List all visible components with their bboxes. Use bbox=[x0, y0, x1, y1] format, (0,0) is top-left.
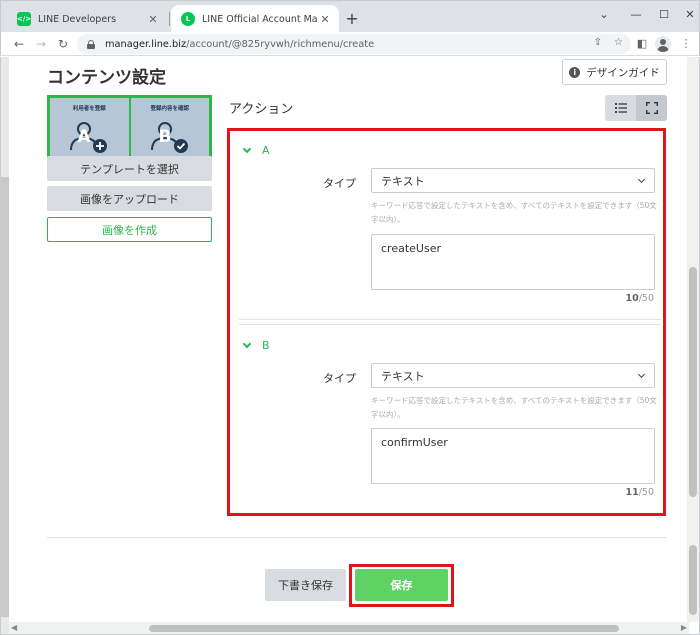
url-path: /account/@825ryvwh/richmenu/create bbox=[186, 38, 375, 50]
chevron-down-icon bbox=[637, 370, 646, 379]
section-divider bbox=[239, 324, 661, 325]
save-draft-button[interactable]: 下書き保存 bbox=[265, 569, 346, 601]
char-counter-a: 10/50 bbox=[625, 293, 654, 304]
type-select-value: テキスト bbox=[381, 369, 425, 383]
page-viewport: コンテンツ設定 i デザインガイド 利用者を登録 A 登録内容を確認 B テンプ… bbox=[0, 57, 700, 635]
action-a-header[interactable]: A bbox=[242, 144, 270, 157]
char-count: 10 bbox=[625, 293, 639, 304]
type-select-b[interactable]: テキスト bbox=[371, 363, 655, 388]
close-icon[interactable]: ✕ bbox=[145, 13, 161, 26]
view-toggle bbox=[605, 95, 667, 121]
profile-avatar[interactable] bbox=[655, 36, 671, 52]
text-hint: キーワード応答で設定したテキストを含め、すべてのテキストを設定できます（50文字… bbox=[371, 396, 657, 419]
design-guide-button[interactable]: i デザインガイド bbox=[562, 59, 667, 85]
url-host: manager.line.biz bbox=[105, 38, 187, 50]
page-title: コンテンツ設定 bbox=[47, 68, 166, 88]
text-input-a[interactable]: createUser bbox=[371, 234, 655, 290]
menu-kebab-icon[interactable]: ⋮ bbox=[677, 35, 695, 53]
text-hint: キーワード応答で設定したテキストを含め、すべてのテキストを設定できます（50文字… bbox=[371, 201, 657, 224]
chevron-down-icon bbox=[242, 339, 252, 349]
section-divider bbox=[239, 319, 661, 320]
type-select-value: テキスト bbox=[381, 174, 425, 188]
line-oa-icon: L bbox=[181, 12, 195, 26]
action-b-header[interactable]: B bbox=[242, 339, 270, 352]
type-label: タイプ bbox=[323, 372, 356, 385]
chevron-down-icon[interactable]: ⌄ bbox=[589, 6, 619, 24]
char-max: /50 bbox=[638, 487, 654, 498]
chevron-down-icon bbox=[637, 175, 646, 184]
browser-tabstrip: </> LINE Developers ✕ L LINE Official Ac… bbox=[0, 0, 700, 33]
share-icon[interactable]: ⇪ bbox=[594, 37, 602, 48]
select-template-button[interactable]: テンプレートを選択 bbox=[47, 156, 212, 181]
action-settings-panel: A タイプ テキスト キーワード応答で設定したテキストを含め、すべてのテキストを… bbox=[227, 128, 666, 516]
tab-line-developers[interactable]: </> LINE Developers ✕ bbox=[7, 5, 167, 33]
list-icon bbox=[614, 103, 627, 113]
vertical-scrollbar[interactable] bbox=[687, 57, 699, 622]
char-count: 11 bbox=[625, 487, 639, 498]
scrollbar-thumb[interactable] bbox=[689, 267, 697, 497]
char-max: /50 bbox=[638, 293, 654, 304]
save-button[interactable]: 保存 bbox=[355, 569, 448, 601]
new-tab-icon[interactable]: + bbox=[343, 10, 361, 28]
close-icon[interactable]: ✕ bbox=[317, 13, 333, 26]
chevron-down-icon bbox=[242, 144, 252, 154]
side-panel-icon[interactable]: ◧ bbox=[633, 35, 651, 53]
forward-icon[interactable]: → bbox=[31, 34, 51, 54]
tab-title: LINE Developers bbox=[38, 13, 117, 25]
action-letter: B bbox=[262, 339, 270, 352]
richmenu-area-letter: B bbox=[158, 127, 171, 147]
window-close-icon[interactable]: ✕ bbox=[675, 6, 700, 24]
lock-icon bbox=[87, 39, 95, 49]
bookmark-star-icon[interactable]: ☆ bbox=[614, 37, 623, 48]
address-bar[interactable]: manager.line.biz/account/@825ryvwh/richm… bbox=[77, 34, 631, 54]
richmenu-area-label: 利用者を登録 bbox=[72, 106, 106, 112]
scroll-left-icon[interactable]: ◀ bbox=[11, 623, 17, 632]
browser-toolbar: ← → ↻ manager.line.biz/account/@825ryvwh… bbox=[0, 32, 700, 56]
back-icon[interactable]: ← bbox=[9, 34, 29, 54]
expand-icon bbox=[645, 102, 658, 114]
tab-separator bbox=[169, 12, 170, 26]
action-letter: A bbox=[262, 144, 270, 157]
scroll-right-icon[interactable]: ▶ bbox=[681, 623, 687, 632]
horizontal-scrollbar[interactable]: ◀ ▶ bbox=[9, 622, 689, 634]
user-check-icon: B bbox=[150, 122, 188, 153]
action-title: アクション bbox=[229, 102, 294, 117]
create-image-button[interactable]: 画像を作成 bbox=[47, 217, 212, 242]
list-view-button[interactable] bbox=[605, 95, 636, 121]
tab-title: LINE Official Account Manager bbox=[202, 13, 317, 25]
footer-divider bbox=[47, 537, 667, 538]
upload-image-button[interactable]: 画像をアップロード bbox=[47, 186, 212, 211]
user-add-icon: A bbox=[70, 122, 108, 153]
tab-line-oa-manager[interactable]: L LINE Official Account Manager ✕ bbox=[171, 5, 339, 33]
richmenu-area-letter: A bbox=[78, 127, 92, 147]
expand-view-button[interactable] bbox=[636, 95, 667, 121]
minimize-icon[interactable]: — bbox=[621, 6, 651, 24]
design-guide-label: デザインガイド bbox=[586, 66, 660, 79]
reload-icon[interactable]: ↻ bbox=[53, 34, 73, 54]
type-label: タイプ bbox=[323, 177, 356, 190]
type-select-a[interactable]: テキスト bbox=[371, 168, 655, 193]
scrollbar-thumb[interactable] bbox=[149, 625, 619, 632]
left-gutter bbox=[1, 57, 9, 634]
text-input-b[interactable]: confirmUser bbox=[371, 428, 655, 484]
char-counter-b: 11/50 bbox=[625, 487, 654, 498]
info-icon: i bbox=[569, 66, 581, 78]
richmenu-area-label: 登録内容を確認 bbox=[150, 106, 189, 112]
scrollbar-thumb[interactable] bbox=[689, 545, 697, 615]
line-developers-icon: </> bbox=[17, 12, 31, 26]
